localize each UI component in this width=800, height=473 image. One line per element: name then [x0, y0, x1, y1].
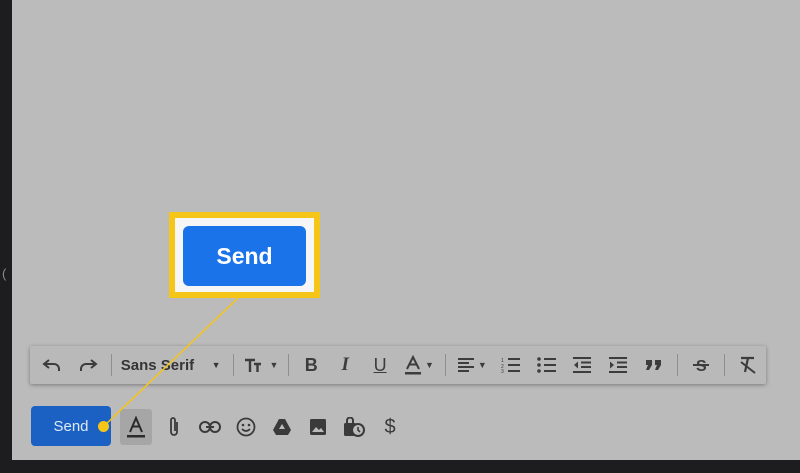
- callout-send-button: Send: [183, 226, 306, 286]
- callout-pointer-line: [103, 297, 239, 427]
- send-button-callout: Send: [169, 212, 320, 298]
